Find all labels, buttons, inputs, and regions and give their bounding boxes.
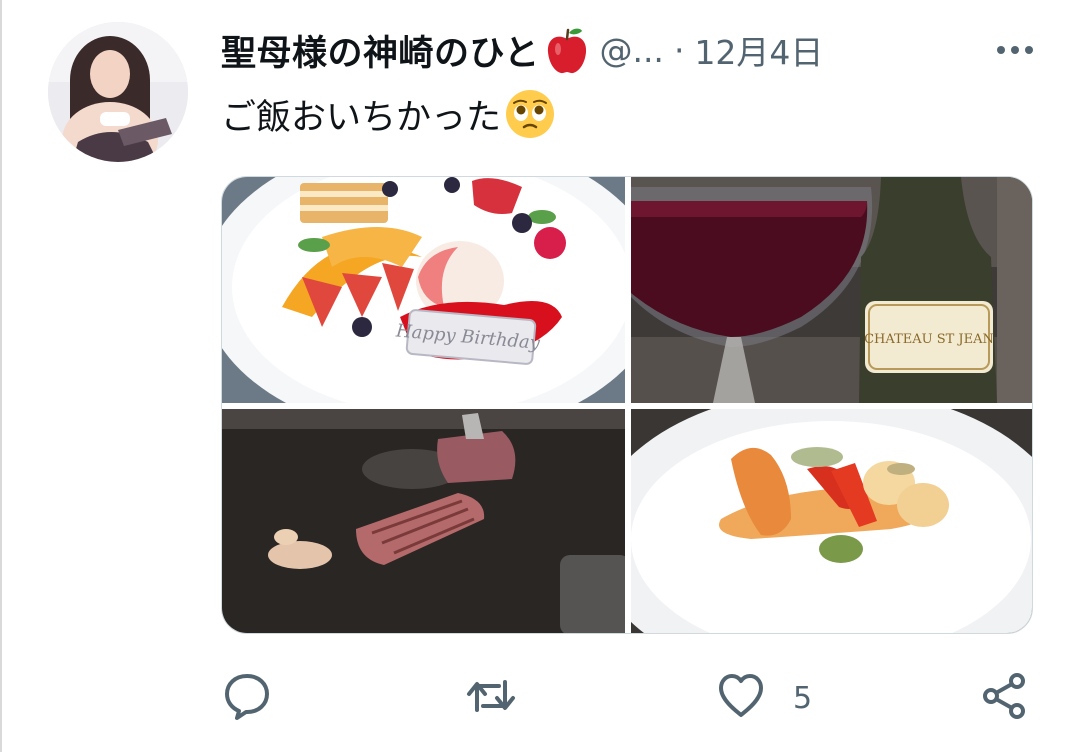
like-button[interactable]: 5: [715, 670, 812, 726]
share-button[interactable]: [979, 670, 1031, 726]
like-count: 5: [793, 680, 813, 716]
teppanyaki-steak-photo[interactable]: [222, 409, 625, 633]
share-icon: [979, 670, 1031, 726]
tweet-text: ご飯おいちかった: [221, 86, 557, 142]
reply-icon: [221, 670, 273, 726]
tweet-page: 聖母様の神崎のひと @... · 12月4日 ご飯おいちかった Happy Bi…: [0, 0, 1080, 752]
apple-icon: [545, 25, 589, 75]
tweet-date[interactable]: 12月4日: [694, 26, 823, 74]
retweet-button[interactable]: [465, 670, 517, 726]
handle[interactable]: @...: [599, 31, 663, 70]
tweet-text-body: ご飯おいちかった: [221, 97, 502, 138]
retweet-icon: [465, 670, 517, 726]
tweet-actions: 5: [221, 670, 1041, 726]
meta-separator: ·: [673, 30, 685, 70]
timeline-border: [0, 0, 2, 752]
tweet-header: 聖母様の神崎のひと @... · 12月4日: [221, 22, 1041, 78]
media-grid: Happy Birthday CHATEAU ST JEAN: [221, 176, 1033, 634]
wine-label-text: CHATEAU ST JEAN: [864, 332, 994, 347]
birthday-dessert-plate-photo[interactable]: Happy Birthday: [222, 177, 625, 403]
heart-icon: [715, 670, 767, 726]
red-wine-glass-and-bottle-photo[interactable]: CHATEAU ST JEAN: [631, 177, 1032, 403]
reply-button[interactable]: [221, 670, 273, 726]
avatar[interactable]: [48, 22, 188, 162]
more-options-icon[interactable]: [995, 36, 1035, 64]
seafood-plate-photo[interactable]: [631, 409, 1032, 633]
display-name[interactable]: 聖母様の神崎のひと: [221, 25, 539, 76]
pleading-face-emoji-icon: [503, 87, 557, 141]
